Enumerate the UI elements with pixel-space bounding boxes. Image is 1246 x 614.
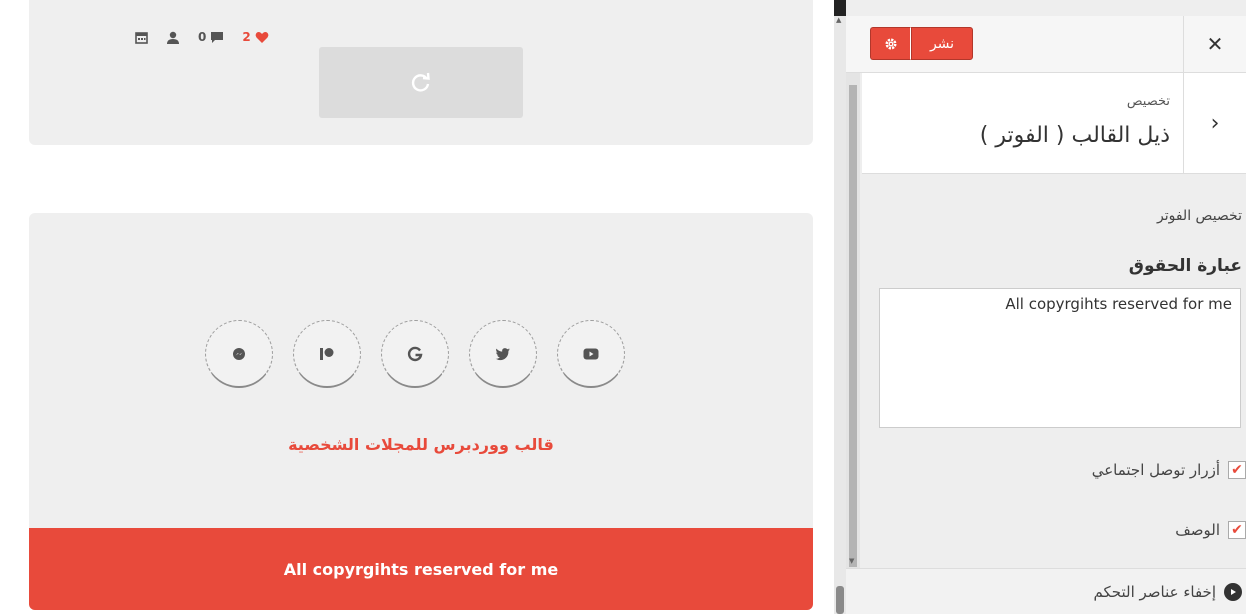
social-buttons-checkbox-label: أزرار توصل اجتماعي bbox=[1091, 461, 1220, 479]
hide-controls-button[interactable]: إخفاء عناصر التحكم bbox=[1094, 583, 1242, 601]
close-icon: ✕ bbox=[1206, 32, 1224, 56]
likes-meta[interactable]: 2 bbox=[242, 30, 269, 44]
patreon-button[interactable] bbox=[293, 320, 361, 388]
messenger-icon bbox=[233, 347, 245, 360]
publish-group: نشر bbox=[870, 27, 973, 60]
copyright-field-label: عبارة الحقوق bbox=[1128, 256, 1242, 276]
close-customizer-button[interactable]: ✕ bbox=[1183, 16, 1246, 72]
google-icon bbox=[407, 346, 423, 361]
calendar-icon bbox=[135, 31, 148, 44]
hide-controls-label: إخفاء عناصر التحكم bbox=[1093, 583, 1216, 601]
panel-scrollbar[interactable]: ▼ bbox=[846, 73, 860, 614]
date-meta bbox=[135, 31, 148, 44]
description-checkbox-row[interactable]: ✔ الوصف bbox=[1175, 521, 1246, 539]
comment-count: 0 bbox=[198, 30, 207, 44]
copyright-textarea[interactable]: All copyrgihts reserved for me bbox=[879, 288, 1241, 428]
author-meta bbox=[166, 31, 180, 44]
customizer-footer: إخفاء عناصر التحكم bbox=[846, 568, 1246, 614]
publish-button[interactable]: نشر bbox=[911, 27, 973, 60]
chevron-right-icon: › bbox=[1210, 110, 1220, 136]
section-description: تخصيص الفوتر bbox=[1157, 208, 1242, 224]
site-preview: 0 2 قالب ووردبرس للمجلات الشخصية All cop… bbox=[0, 0, 834, 614]
description-checkbox[interactable]: ✔ bbox=[1228, 521, 1246, 539]
back-button[interactable]: › bbox=[1183, 73, 1246, 173]
youtube-icon bbox=[583, 348, 599, 359]
section-title: ذيل القالب ( الفوتر ) bbox=[979, 123, 1170, 148]
heart-icon bbox=[255, 31, 269, 43]
footer-card: قالب ووردبرس للمجلات الشخصية All copyrgi… bbox=[29, 213, 813, 610]
scroll-up-arrow-icon[interactable]: ▲ bbox=[836, 16, 841, 24]
youtube-button[interactable] bbox=[557, 320, 625, 388]
social-buttons-checkbox[interactable]: ✔ bbox=[1228, 461, 1246, 479]
site-tagline: قالب ووردبرس للمجلات الشخصية bbox=[288, 435, 554, 454]
patreon-icon bbox=[320, 347, 334, 360]
copyright-bar: All copyrgihts reserved for me bbox=[29, 528, 813, 610]
panel-scroll-thumb[interactable] bbox=[849, 85, 857, 567]
refresh-icon bbox=[411, 72, 430, 92]
play-circle-icon bbox=[1224, 583, 1242, 601]
post-meta: 0 2 bbox=[135, 30, 269, 44]
reload-button[interactable] bbox=[319, 47, 523, 118]
comments-meta[interactable]: 0 bbox=[198, 30, 224, 44]
twitter-button[interactable] bbox=[469, 320, 537, 388]
copyright-text: All copyrgihts reserved for me bbox=[283, 559, 559, 579]
customizer-header: نشر ✕ bbox=[846, 16, 1246, 73]
user-icon bbox=[167, 31, 179, 44]
description-checkbox-label: الوصف bbox=[1175, 521, 1220, 539]
post-card: 0 2 bbox=[29, 0, 813, 145]
gear-icon bbox=[885, 38, 896, 49]
scroll-down-arrow-icon[interactable]: ▼ bbox=[849, 557, 854, 565]
customizer-panel: نشر ✕ ▼ تخصيص ذيل القالب ( الفوتر ) › تخ… bbox=[846, 0, 1246, 614]
section-breadcrumb: تخصيص bbox=[1126, 94, 1170, 109]
social-buttons-checkbox-row[interactable]: ✔ أزرار توصل اجتماعي bbox=[1092, 461, 1246, 479]
preview-scroll-thumb[interactable] bbox=[836, 586, 844, 614]
social-buttons bbox=[205, 320, 625, 388]
twitter-icon bbox=[495, 347, 510, 360]
messenger-button[interactable] bbox=[205, 320, 273, 388]
like-count: 2 bbox=[242, 30, 251, 44]
section-header: تخصيص ذيل القالب ( الفوتر ) › bbox=[862, 73, 1246, 174]
google-button[interactable] bbox=[381, 320, 449, 388]
comment-icon bbox=[211, 31, 224, 43]
publish-settings-button[interactable] bbox=[870, 27, 911, 60]
preview-scrollbar[interactable]: ▲ bbox=[834, 16, 846, 614]
